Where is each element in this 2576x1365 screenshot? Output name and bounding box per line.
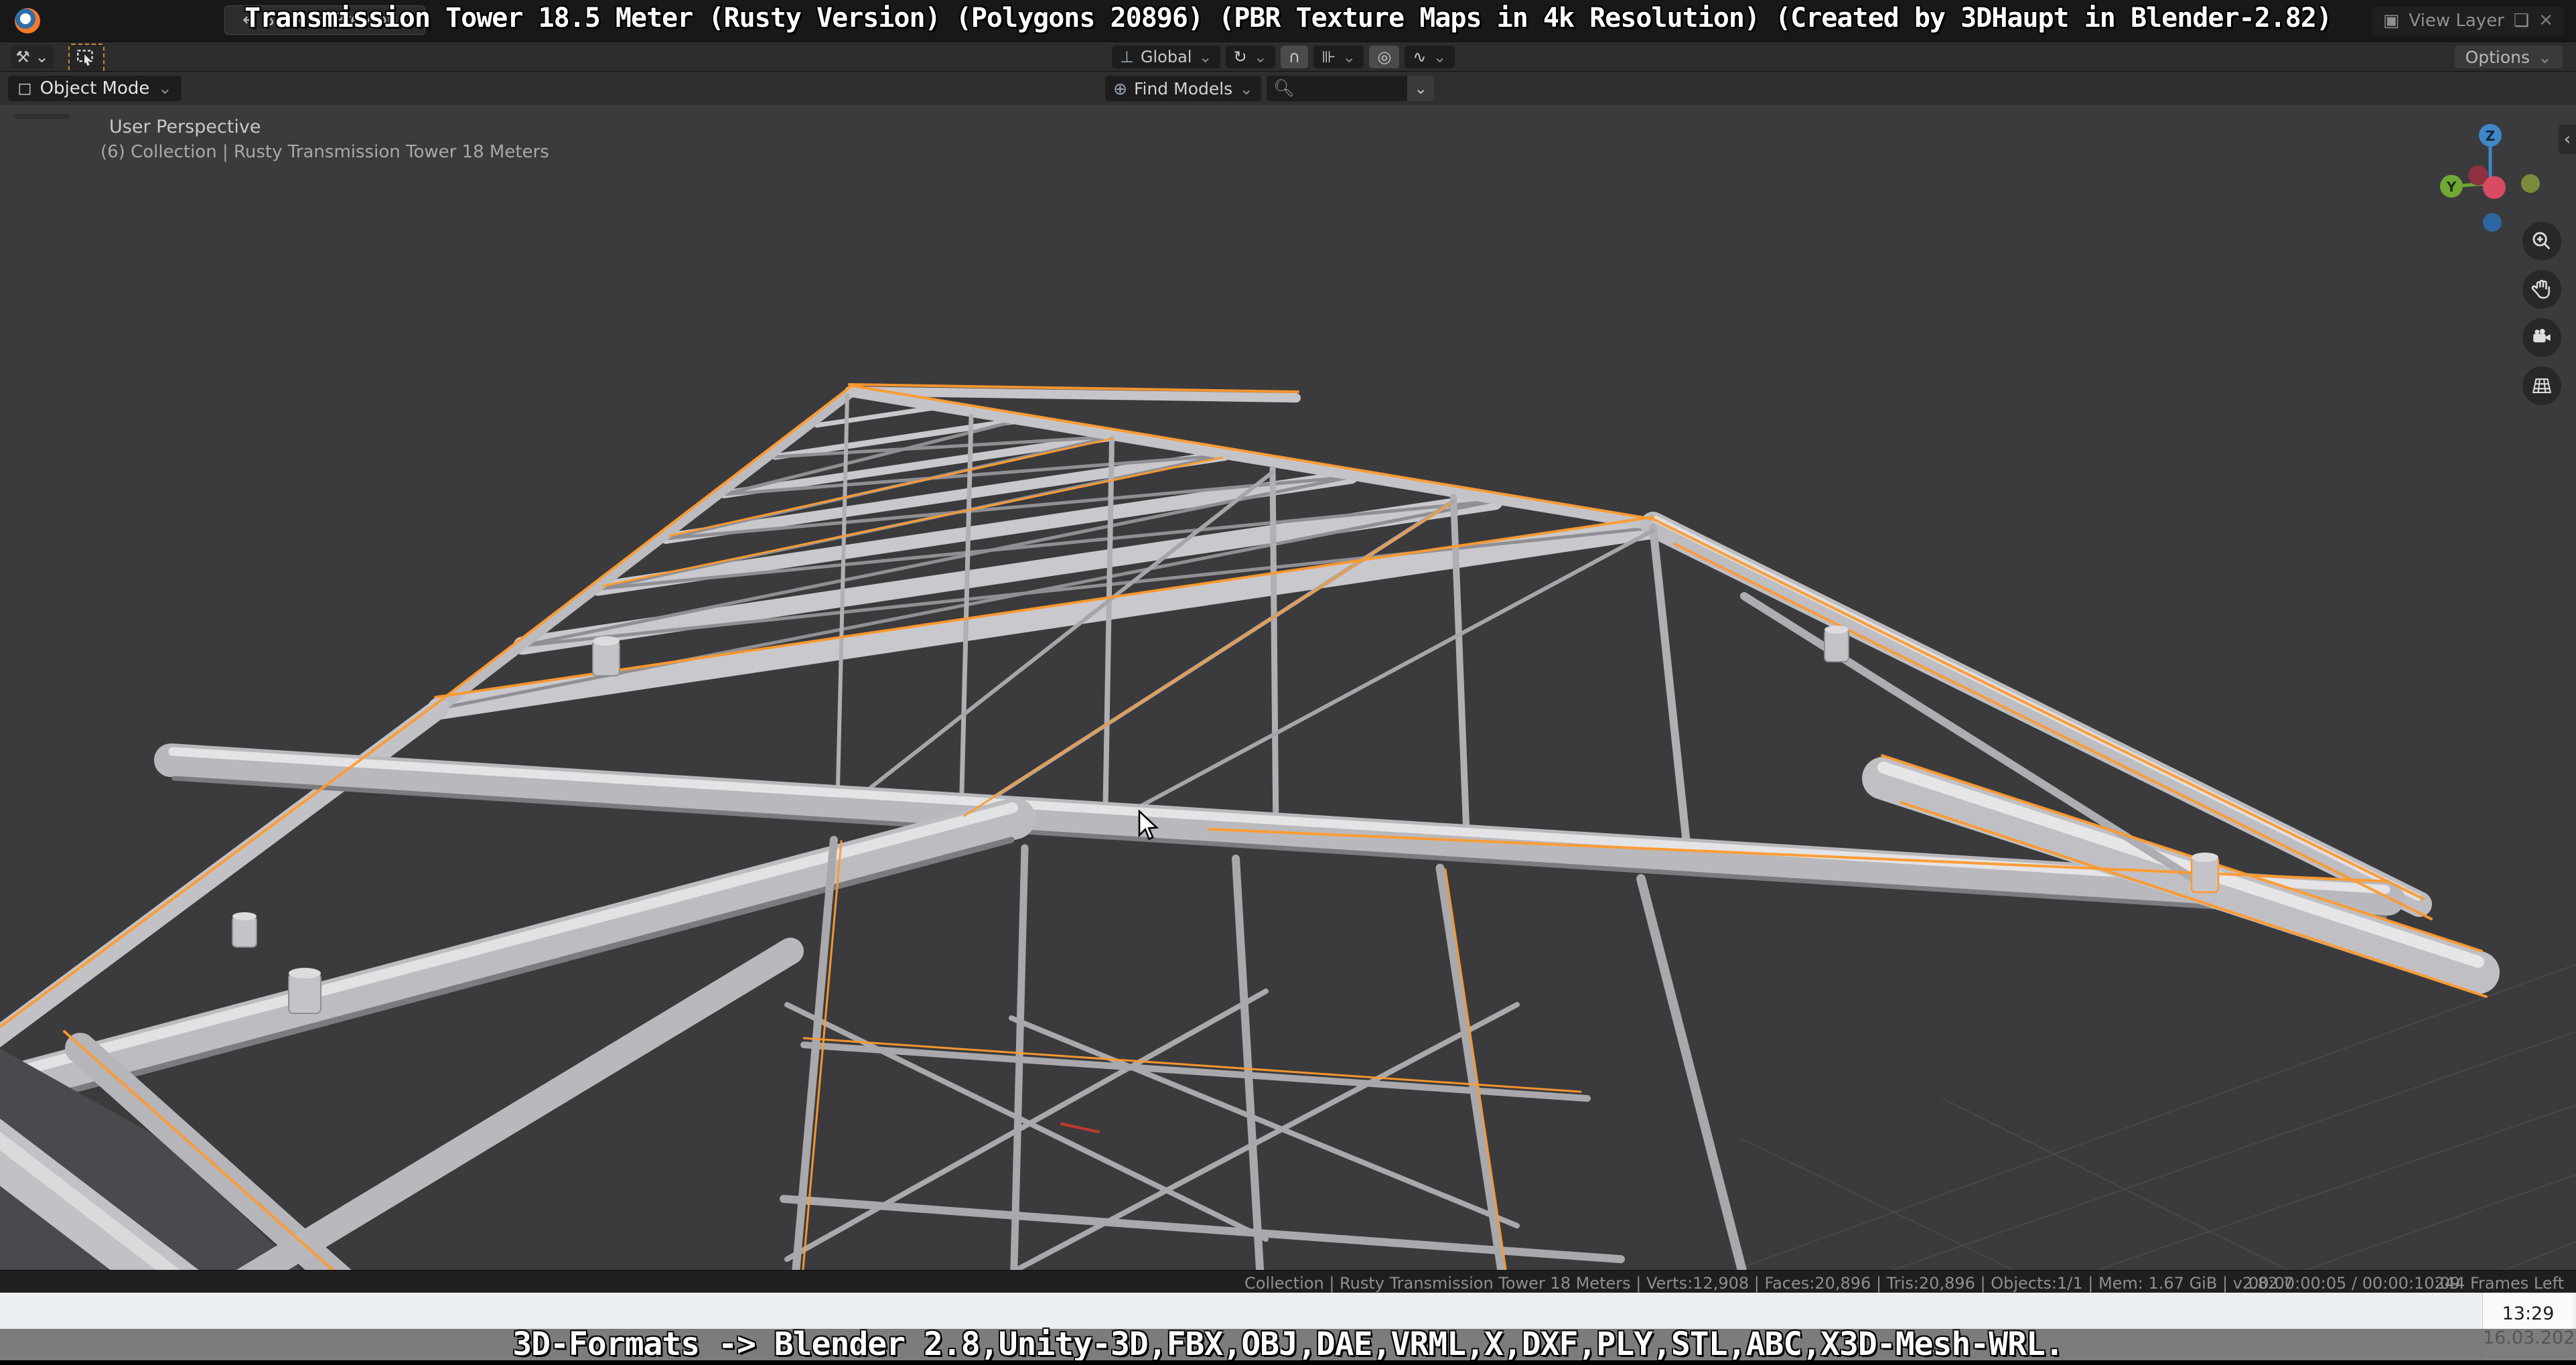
blender-window: User Perspective (6) Collection | Rusty …: [0, 0, 2576, 1365]
search-dropdown[interactable]: ⌄: [1407, 76, 1435, 101]
pan-button[interactable]: [2522, 270, 2561, 309]
active-tool-button[interactable]: [68, 44, 104, 73]
axes-icon: ⊥: [1120, 48, 1134, 66]
ortho-toggle-button[interactable]: [2522, 366, 2561, 405]
navigation-gizmo[interactable]: Z Y: [2425, 114, 2552, 241]
gizmo-neg-z-icon: [2483, 213, 2502, 232]
globe-icon: ⊕: [1113, 78, 1127, 98]
close-icon[interactable]: ✕: [2538, 11, 2553, 31]
taskbar-icons: [0, 1293, 2576, 1295]
floor-grid: [1733, 964, 2576, 1270]
snap-toggle[interactable]: ∩: [1280, 46, 1309, 68]
editor-type-dropdown[interactable]: ⚒ ⌄: [11, 46, 54, 68]
falloff-dropdown[interactable]: ∿ ⌄: [1405, 46, 1455, 68]
options-dropdown[interactable]: Options ⌄: [2454, 46, 2563, 68]
copy-icon[interactable]: ❏: [2514, 11, 2529, 31]
svg-text:Y: Y: [2446, 179, 2457, 195]
svg-text:Z: Z: [2486, 128, 2496, 144]
clock-time: 13:29: [2502, 1303, 2555, 1324]
gizmo-neg-y-icon: [2521, 174, 2540, 193]
search-icon: 🔍︎: [1273, 78, 1295, 98]
video-overlay-title: Transmission Tower 18.5 Meter (Rusty Ver…: [244, 3, 2332, 33]
viewport-toolbar: [13, 114, 70, 119]
scene-stats: Collection | Rusty Transmission Tower 18…: [1244, 1274, 2294, 1293]
tower-model: [0, 383, 2500, 1270]
proportional-edit-toggle[interactable]: ◎: [1369, 46, 1400, 68]
view-layer-icon: ▣: [2382, 11, 2400, 31]
find-models-dropdown[interactable]: ⊕ Find Models ⌄: [1105, 76, 1262, 101]
view-perspective-label: User Perspective: [109, 117, 261, 137]
search-input[interactable]: [1294, 78, 1391, 98]
sidebar-toggle[interactable]: ‹: [2559, 125, 2576, 154]
bottom-edge: [0, 1360, 2576, 1365]
zoom-button[interactable]: [2522, 222, 2561, 261]
view-layer-selector[interactable]: ▣ View Layer ❏ ✕: [2372, 7, 2564, 35]
viewport-header: ◻ Object Mode ⌄ ⊕ Find Models ⌄ 🔍︎ ⌄: [0, 71, 2576, 105]
timecode: 00:00:00:05 / 00:00:10:09: [2248, 1274, 2461, 1293]
view-layer-label: View Layer: [2409, 11, 2504, 31]
frames-left: 244 Frames Left: [2434, 1274, 2565, 1293]
active-object-label: (6) Collection | Rusty Transmission Towe…: [100, 142, 549, 162]
status-bar: Collection | Rusty Transmission Tower 18…: [0, 1270, 2576, 1293]
object-mode-icon: ◻: [17, 78, 32, 98]
video-overlay-footer: 3D-Formats -> Blender 2.8,Unity-3D,FBX,O…: [0, 1328, 2576, 1360]
orientation-dropdown[interactable]: ⊥ Global ⌄: [1112, 46, 1220, 68]
mouse-cursor: [1135, 809, 1161, 847]
gizmo-x-icon: [2483, 176, 2506, 199]
asset-search-group: ⊕ Find Models ⌄ 🔍︎ ⌄: [1105, 76, 1435, 101]
transform-settings: ⊥ Global ⌄ ↻ ⌄ ∩ ⊪ ⌄ ◎ ∿ ⌄: [1112, 46, 1455, 68]
pivot-point-dropdown[interactable]: ↻ ⌄: [1225, 46, 1275, 68]
tool-settings-bar: ⚒ ⌄ ⊥ Global ⌄ ↻ ⌄ ∩ ⊪ ⌄ ◎ ∿ ⌄ Options ⌄: [0, 42, 2576, 73]
search-field[interactable]: 🔍︎: [1267, 76, 1408, 101]
snap-dropdown[interactable]: ⊪ ⌄: [1313, 46, 1364, 68]
mode-dropdown[interactable]: ◻ Object Mode ⌄: [8, 76, 182, 101]
viewport-3d[interactable]: User Perspective (6) Collection | Rusty …: [0, 104, 2576, 1270]
viewport-canvas[interactable]: [0, 104, 2576, 1270]
camera-view-button[interactable]: [2522, 318, 2561, 357]
blender-logo-icon[interactable]: [15, 8, 40, 33]
